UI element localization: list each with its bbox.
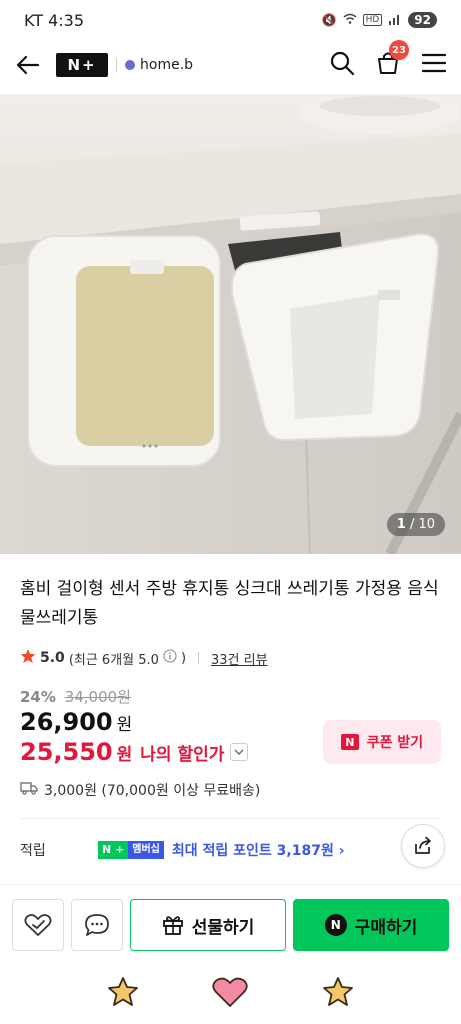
points-label: 적립 (20, 843, 46, 859)
chevron-down-icon[interactable] (230, 743, 249, 761)
store-link[interactable]: home.b (125, 57, 193, 73)
original-price: 34,000원 (64, 688, 131, 706)
mute-icon: 🔇 (321, 13, 337, 27)
reviews-link[interactable]: 33건 리뷰 (211, 649, 268, 668)
product-photo (0, 94, 461, 554)
buy-button[interactable]: N 구매하기 (293, 899, 449, 951)
cart-button[interactable]: 23 (375, 40, 409, 80)
rating-row: 5.0 (최근 6개월 5.0 ) 33건 리뷰 (20, 648, 268, 668)
status-time: KT 4:35 (24, 10, 85, 30)
rating-divider (198, 652, 200, 664)
rating-score: 5.0 (40, 650, 65, 666)
top-header: N+ home.b 23 (0, 40, 461, 90)
section-divider (20, 818, 441, 819)
points-row[interactable]: 적립 N + 멤버십 최대 적립 포인트 3,187원 › (20, 840, 441, 860)
naver-pay-icon: N (324, 914, 347, 936)
wifi-icon (343, 13, 357, 28)
wishlist-button[interactable] (12, 899, 64, 951)
image-counter: 1 / 10 (386, 513, 445, 536)
share-icon (415, 836, 431, 854)
star-emoji-icon[interactable] (106, 976, 140, 1012)
arrow-left-icon (16, 55, 40, 75)
image-total: / 10 (409, 517, 435, 532)
rating-detail-close: ) (180, 650, 187, 666)
shipping-info: 3,000원 (70,000원 이상 무료배송) (20, 780, 260, 800)
buy-label: 구매하기 (354, 917, 418, 938)
star-icon (20, 648, 36, 668)
sale-price: 26,900 원 (20, 708, 132, 736)
header-divider (116, 58, 117, 72)
battery-badge: 92 (408, 12, 437, 28)
heart-check-icon (24, 914, 52, 936)
membership-tag: 멤버십 (128, 841, 164, 859)
my-price-unit: 원 (116, 744, 133, 765)
nplus-logo[interactable]: N+ (56, 53, 108, 77)
status-icons: 🔇 HD 92 (322, 12, 437, 28)
signal-icon (388, 13, 402, 28)
hd-icon: HD (362, 14, 383, 26)
store-icon (125, 60, 135, 70)
rating-detail: (최근 6개월 5.0 (68, 652, 159, 668)
talk-button[interactable] (71, 899, 123, 951)
truck-icon (20, 781, 38, 799)
coupon-button[interactable]: N 쿠폰 받기 (323, 720, 441, 764)
discount-row: 24% 34,000원 (20, 686, 131, 707)
cart-count-badge: 23 (389, 40, 409, 60)
heart-emoji-icon[interactable] (212, 976, 249, 1012)
status-bar: KT 4:35 🔇 HD 92 (0, 0, 461, 40)
store-name: home.b (140, 57, 194, 73)
my-discount-price[interactable]: 25,550 원 나의 할인가 (20, 738, 249, 766)
discount-percent: 24% (20, 688, 56, 706)
chat-bubble-icon (85, 914, 109, 936)
points-text[interactable]: 최대 적립 포인트 3,187원 › (172, 840, 345, 860)
menu-icon[interactable] (421, 52, 447, 78)
star-emoji-icon-right[interactable] (321, 976, 355, 1012)
product-title: 홈비 걸이형 센서 주방 휴지통 싱크대 쓰레기통 가정용 음식물쓰레기통 (20, 579, 439, 628)
gift-button[interactable]: 선물하기 (130, 899, 286, 951)
search-icon[interactable] (329, 50, 355, 80)
bottom-nav (0, 964, 461, 1024)
my-price-label: 나의 할인가 (140, 744, 225, 765)
share-button[interactable] (401, 824, 445, 868)
sale-price-unit: 원 (116, 715, 133, 735)
info-icon[interactable] (163, 649, 177, 667)
back-button[interactable] (14, 51, 42, 79)
purchase-action-bar: 선물하기 N 구매하기 (0, 884, 461, 964)
gift-label: 선물하기 (191, 917, 255, 938)
sale-price-amount: 26,900 (20, 708, 113, 736)
shipping-text: 3,000원 (70,000원 이상 무료배송) (44, 783, 261, 799)
membership-badge: N + 멤버십 (98, 841, 164, 859)
image-current: 1 (396, 517, 406, 532)
product-image-gallery[interactable]: 1 / 10 (0, 94, 461, 554)
coupon-label: 쿠폰 받기 (366, 735, 424, 751)
my-price-amount: 25,550 (20, 738, 113, 766)
gift-icon (162, 916, 183, 935)
nplus-badge: N + (98, 841, 129, 859)
naver-coupon-icon: N (340, 734, 359, 750)
